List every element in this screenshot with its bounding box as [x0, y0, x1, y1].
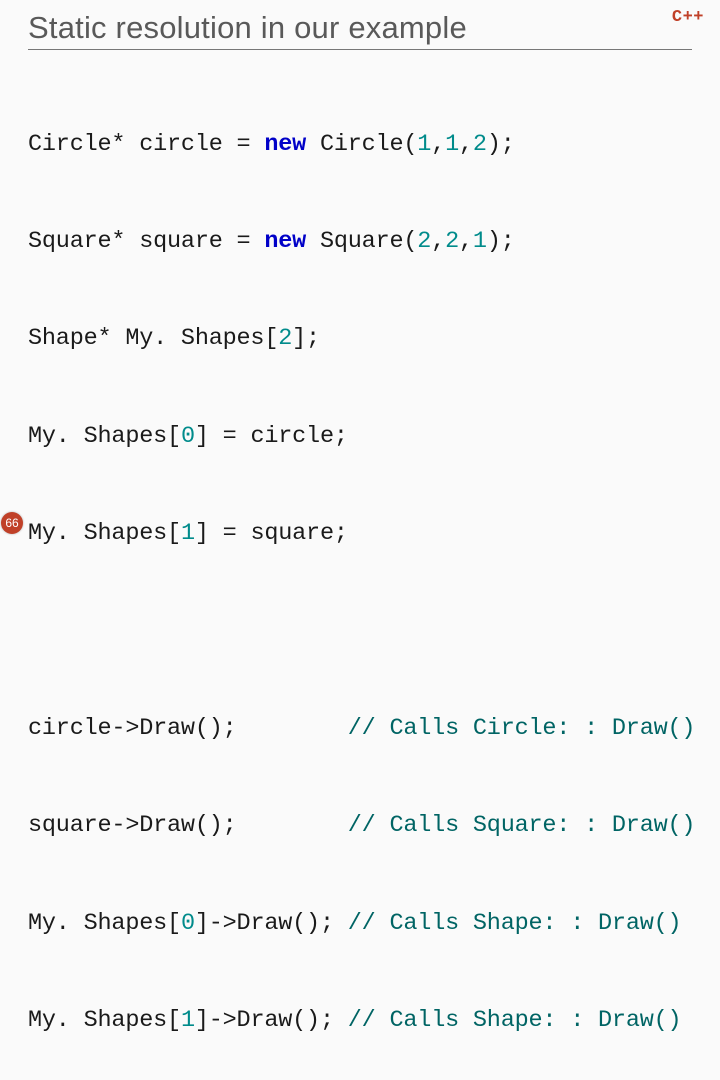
code-block-1: Circle* circle = new Circle(1,1,2); Squa… [28, 64, 692, 615]
code-comment: // Calls Shape: : Draw() [348, 1007, 682, 1034]
code-line: My. Shapes[1] = square; [28, 518, 692, 550]
number-literal: 2 [473, 131, 487, 158]
number-literal: 2 [278, 325, 292, 352]
code-comment: // Calls Circle: : Draw() [348, 715, 696, 742]
code-text: square->Draw(); [28, 812, 348, 839]
number-literal: 1 [417, 131, 431, 158]
code-text: ); [487, 228, 515, 255]
number-literal: 0 [181, 910, 195, 937]
keyword-new: new [264, 131, 306, 158]
code-line: My. Shapes[0]->Draw(); // Calls Shape: :… [28, 908, 692, 940]
number-literal: 2 [445, 228, 459, 255]
keyword-new: new [264, 228, 306, 255]
code-text: , [431, 228, 445, 255]
code-line: My. Shapes[1]->Draw(); // Calls Shape: :… [28, 1005, 692, 1037]
code-text: Circle* circle = [28, 131, 264, 158]
code-line: Circle* circle = new Circle(1,1,2); [28, 129, 692, 161]
code-text: ]->Draw(); [195, 910, 348, 937]
code-text: Circle( [306, 131, 417, 158]
code-text: ); [487, 131, 515, 158]
code-comment: // Calls Shape: : Draw() [348, 910, 682, 937]
code-text: Shape* My. Shapes[ [28, 325, 278, 352]
title-divider [28, 49, 692, 50]
number-literal: 1 [445, 131, 459, 158]
code-text: , [431, 131, 445, 158]
code-comment: // Calls Square: : Draw() [348, 812, 696, 839]
code-text: ] = square; [195, 520, 348, 547]
code-text: , [459, 131, 473, 158]
number-literal: 1 [181, 1007, 195, 1034]
code-text: ]->Draw(); [195, 1007, 348, 1034]
code-line: Square* square = new Square(2,2,1); [28, 226, 692, 258]
number-literal: 1 [181, 520, 195, 547]
code-block-2: circle->Draw(); // Calls Circle: : Draw(… [28, 648, 692, 1080]
code-text: Square( [306, 228, 417, 255]
number-literal: 0 [181, 423, 195, 450]
number-literal: 1 [473, 228, 487, 255]
code-text: ]; [292, 325, 320, 352]
code-text: My. Shapes[ [28, 520, 181, 547]
slide: C++ Static resolution in our example Cir… [0, 0, 720, 540]
language-badge: C++ [672, 8, 704, 27]
number-literal: 2 [417, 228, 431, 255]
code-line: Shape* My. Shapes[2]; [28, 323, 692, 355]
code-text: My. Shapes[ [28, 423, 181, 450]
code-text: Square* square = [28, 228, 264, 255]
slide-title: Static resolution in our example [28, 10, 692, 46]
code-text: ] = circle; [195, 423, 348, 450]
code-text: circle->Draw(); [28, 715, 348, 742]
code-text: My. Shapes[ [28, 1007, 181, 1034]
code-text: My. Shapes[ [28, 910, 181, 937]
code-line: square->Draw(); // Calls Square: : Draw(… [28, 810, 692, 842]
code-text: , [459, 228, 473, 255]
code-line: My. Shapes[0] = circle; [28, 421, 692, 453]
page-number-badge: 66 [1, 512, 23, 534]
code-line: circle->Draw(); // Calls Circle: : Draw(… [28, 713, 692, 745]
